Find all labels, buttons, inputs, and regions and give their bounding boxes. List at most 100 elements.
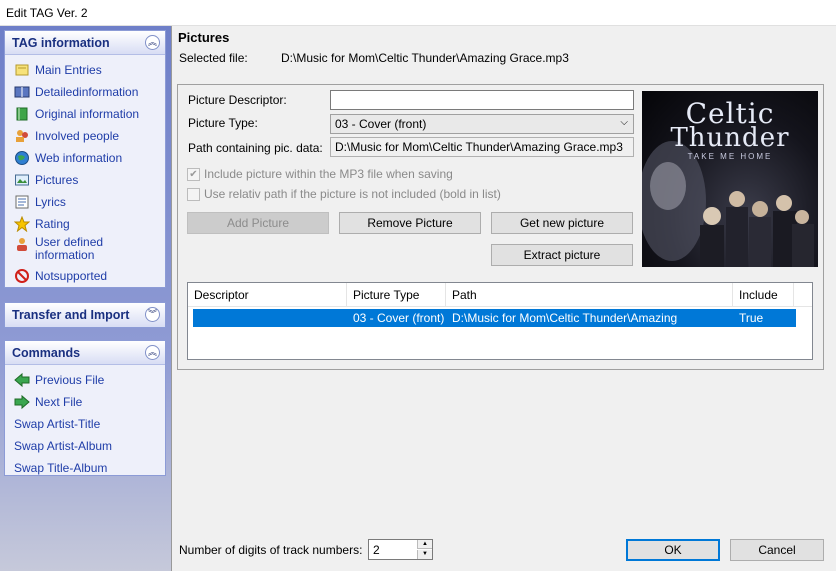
command-label: Swap Artist-Album bbox=[14, 438, 113, 453]
collapse-icon[interactable]: ︽ bbox=[145, 35, 160, 50]
tag-information-title: TAG information bbox=[12, 36, 110, 50]
picture-type-label: Picture Type: bbox=[188, 116, 258, 130]
cell-include: True bbox=[739, 311, 764, 325]
sidebar-item-label: User defined information bbox=[35, 235, 104, 262]
pictures-table[interactable]: Descriptor Picture Type Path Include 03 … bbox=[187, 282, 813, 360]
sidebar-item-label: Rating bbox=[35, 216, 70, 231]
spin-up-icon[interactable]: ▲ bbox=[417, 540, 432, 549]
add-picture-button[interactable]: Add Picture bbox=[187, 212, 329, 234]
column-path[interactable]: Path bbox=[446, 283, 733, 307]
pictures-group: Picture Descriptor: Picture Type: 03 - C… bbox=[177, 84, 824, 370]
chevron-down-icon: ⌵ bbox=[620, 117, 628, 128]
sidebar-item-detailed-information[interactable]: Detailedinformation bbox=[5, 81, 165, 103]
column-include[interactable]: Include bbox=[733, 283, 794, 307]
sidebar-item-lyrics[interactable]: Lyrics bbox=[5, 191, 165, 213]
table-row[interactable]: 03 - Cover (front) D:\Music for Mom\Celt… bbox=[193, 309, 796, 343]
sidebar: TAG information ︽ Main Entries Detailedi… bbox=[0, 26, 172, 571]
sidebar-item-main-entries[interactable]: Main Entries bbox=[5, 59, 165, 81]
extract-picture-button[interactable]: Extract picture bbox=[491, 244, 633, 266]
include-picture-checkbox[interactable]: ✔ Include picture within the MP3 file wh… bbox=[187, 167, 453, 181]
command-previous-file[interactable]: Previous File bbox=[5, 369, 165, 391]
main-content: Pictures Selected file: D:\Music for Mom… bbox=[172, 26, 836, 571]
transfer-import-panel: Transfer and Import ︾ bbox=[4, 302, 166, 328]
green-book-icon bbox=[16, 107, 28, 121]
ok-button[interactable]: OK bbox=[626, 539, 720, 561]
column-descriptor[interactable]: Descriptor bbox=[188, 283, 347, 307]
arrow-left-icon bbox=[14, 372, 30, 388]
command-next-file[interactable]: Next File bbox=[5, 391, 165, 413]
transfer-import-title: Transfer and Import bbox=[12, 308, 130, 322]
window-title: Edit TAG Ver. 2 bbox=[6, 6, 88, 20]
column-picture-type[interactable]: Picture Type bbox=[347, 283, 446, 307]
sidebar-item-label: Pictures bbox=[35, 172, 79, 187]
sidebar-item-not-supported[interactable]: Notsupported bbox=[5, 265, 165, 287]
get-new-picture-button[interactable]: Get new picture bbox=[491, 212, 633, 234]
selected-file-label: Selected file: bbox=[179, 51, 248, 65]
cancel-button[interactable]: Cancel bbox=[730, 539, 824, 561]
command-label: Swap Title-Album bbox=[14, 460, 108, 475]
cell-path: D:\Music for Mom\Celtic Thunder\Amazing … bbox=[452, 311, 678, 343]
relative-path-checkbox[interactable]: Use relativ path if the picture is not i… bbox=[187, 187, 501, 201]
arrow-right-icon bbox=[14, 394, 30, 410]
command-swap-title-album[interactable]: Swap Title-Album bbox=[5, 457, 165, 479]
spin-down-icon[interactable]: ▼ bbox=[417, 550, 432, 559]
user-icon bbox=[17, 238, 27, 251]
sidebar-item-label: Notsupported bbox=[35, 268, 108, 283]
cover-title-line2: Thunder bbox=[670, 123, 790, 153]
cell-descriptor bbox=[193, 309, 347, 327]
path-label: Path containing pic. data: bbox=[188, 141, 323, 155]
track-digits-label: Number of digits of track numbers: bbox=[179, 543, 363, 557]
remove-picture-button[interactable]: Remove Picture bbox=[339, 212, 481, 234]
sidebar-item-label: Lyrics bbox=[35, 194, 66, 209]
sidebar-item-label: Main Entries bbox=[35, 62, 102, 77]
expand-icon[interactable]: ︾ bbox=[145, 307, 160, 322]
star-icon bbox=[14, 216, 30, 232]
sidebar-item-label: Involved people bbox=[35, 128, 120, 143]
path-field[interactable]: D:\Music for Mom\Celtic Thunder\Amazing … bbox=[330, 137, 634, 157]
cell-picture-type: 03 - Cover (front) bbox=[353, 311, 445, 325]
picture-descriptor-label: Picture Descriptor: bbox=[188, 93, 287, 107]
sidebar-item-user-defined-information[interactable]: User defined information bbox=[5, 235, 165, 265]
relative-path-label: Use relativ path if the picture is not i… bbox=[204, 187, 501, 201]
commands-panel: Commands ︽ Previous File Next File Swap … bbox=[4, 340, 166, 476]
sidebar-item-original-information[interactable]: Original information bbox=[5, 103, 165, 125]
sidebar-item-label: Original information bbox=[35, 106, 140, 121]
command-label: Swap Artist-Title bbox=[14, 416, 101, 431]
selected-file-path: D:\Music for Mom\Celtic Thunder\Amazing … bbox=[281, 51, 569, 65]
checkmark-icon: ✔ bbox=[187, 167, 200, 181]
note-icon bbox=[15, 64, 29, 76]
transfer-import-header[interactable]: Transfer and Import ︾ bbox=[5, 303, 165, 327]
tag-information-panel: TAG information ︽ Main Entries Detailedi… bbox=[4, 30, 166, 288]
book-icon bbox=[14, 86, 30, 98]
command-swap-artist-album[interactable]: Swap Artist-Album bbox=[5, 435, 165, 457]
command-label: Previous File bbox=[35, 372, 105, 387]
command-swap-artist-title[interactable]: Swap Artist-Title bbox=[5, 413, 165, 435]
globe-icon bbox=[15, 151, 29, 165]
sidebar-item-rating[interactable]: Rating bbox=[5, 213, 165, 235]
people-icon bbox=[16, 130, 28, 142]
sidebar-item-web-information[interactable]: Web information bbox=[5, 147, 165, 169]
track-digits-value: 2 bbox=[373, 543, 380, 557]
checkbox-empty-icon bbox=[187, 187, 200, 201]
not-supported-icon bbox=[15, 269, 29, 283]
track-digits-stepper[interactable]: 2 ▲ ▼ bbox=[368, 539, 433, 560]
lyrics-icon bbox=[15, 195, 29, 209]
include-picture-label: Include picture within the MP3 file when… bbox=[204, 167, 453, 181]
commands-header[interactable]: Commands ︽ bbox=[5, 341, 165, 365]
section-title: Pictures bbox=[178, 30, 230, 45]
command-label: Next File bbox=[35, 394, 83, 409]
sidebar-item-involved-people[interactable]: Involved people bbox=[5, 125, 165, 147]
picture-type-select[interactable]: 03 - Cover (front) ⌵ bbox=[330, 114, 634, 134]
table-header: Descriptor Picture Type Path Include bbox=[188, 283, 812, 307]
picture-type-value: 03 - Cover (front) bbox=[335, 117, 427, 131]
sidebar-item-label: Web information bbox=[35, 150, 123, 165]
album-cover-image: Celtic Thunder TAKE ME HOME bbox=[642, 91, 818, 267]
sidebar-item-label: Detailedinformation bbox=[35, 84, 139, 99]
collapse-icon[interactable]: ︽ bbox=[145, 345, 160, 360]
tag-information-header[interactable]: TAG information ︽ bbox=[5, 31, 165, 55]
sidebar-item-pictures[interactable]: Pictures bbox=[5, 169, 165, 191]
commands-title: Commands bbox=[12, 346, 81, 360]
title-bar: Edit TAG Ver. 2 bbox=[0, 0, 836, 26]
cover-subtitle: TAKE ME HOME bbox=[687, 152, 773, 161]
picture-descriptor-input[interactable] bbox=[330, 90, 634, 110]
